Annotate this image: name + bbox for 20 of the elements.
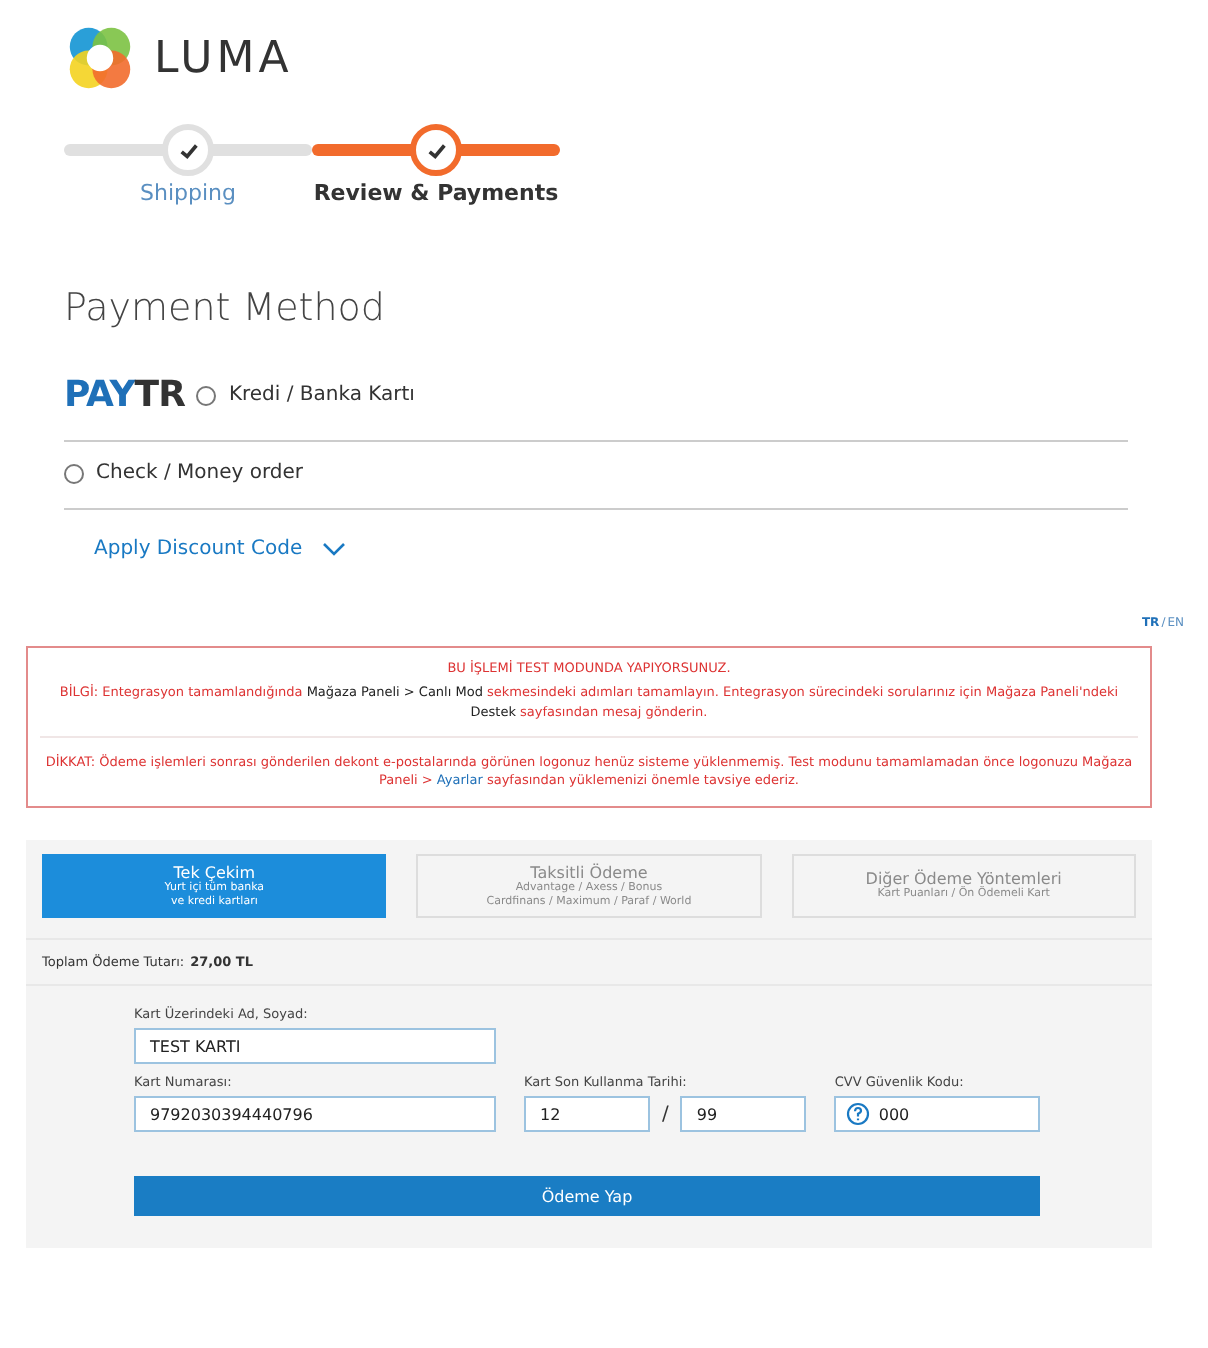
section-title: Payment Method <box>64 286 387 330</box>
separator: / <box>662 1103 669 1125</box>
logo-icon <box>66 24 134 92</box>
paytr-logo: PAYTR <box>64 374 185 416</box>
cvv-field[interactable]: 000 <box>834 1096 1041 1132</box>
step-label[interactable]: Review & Payments <box>313 180 559 206</box>
radio-label[interactable]: Check / Money order <box>96 462 303 484</box>
cvv-value: 000 <box>878 1105 910 1123</box>
help-icon[interactable] <box>846 1102 871 1126</box>
radio-button[interactable] <box>64 463 84 483</box>
radio-button[interactable] <box>196 385 217 405</box>
name-field[interactable]: TEST KARTI <box>134 1028 496 1064</box>
chevron-down-icon[interactable] <box>322 541 347 557</box>
month-field[interactable]: 12 <box>524 1096 650 1132</box>
logo-text: LUMA <box>154 33 293 83</box>
radio-label[interactable]: Kredi / Banka Kartı <box>228 384 415 406</box>
card-number-field[interactable]: 9792030394440796 <box>134 1096 496 1132</box>
discount-link[interactable]: Apply Discount Code <box>94 538 303 560</box>
year-field[interactable]: 99 <box>680 1096 807 1132</box>
pay-button[interactable]: Ödeme Yap <box>134 1176 1040 1216</box>
